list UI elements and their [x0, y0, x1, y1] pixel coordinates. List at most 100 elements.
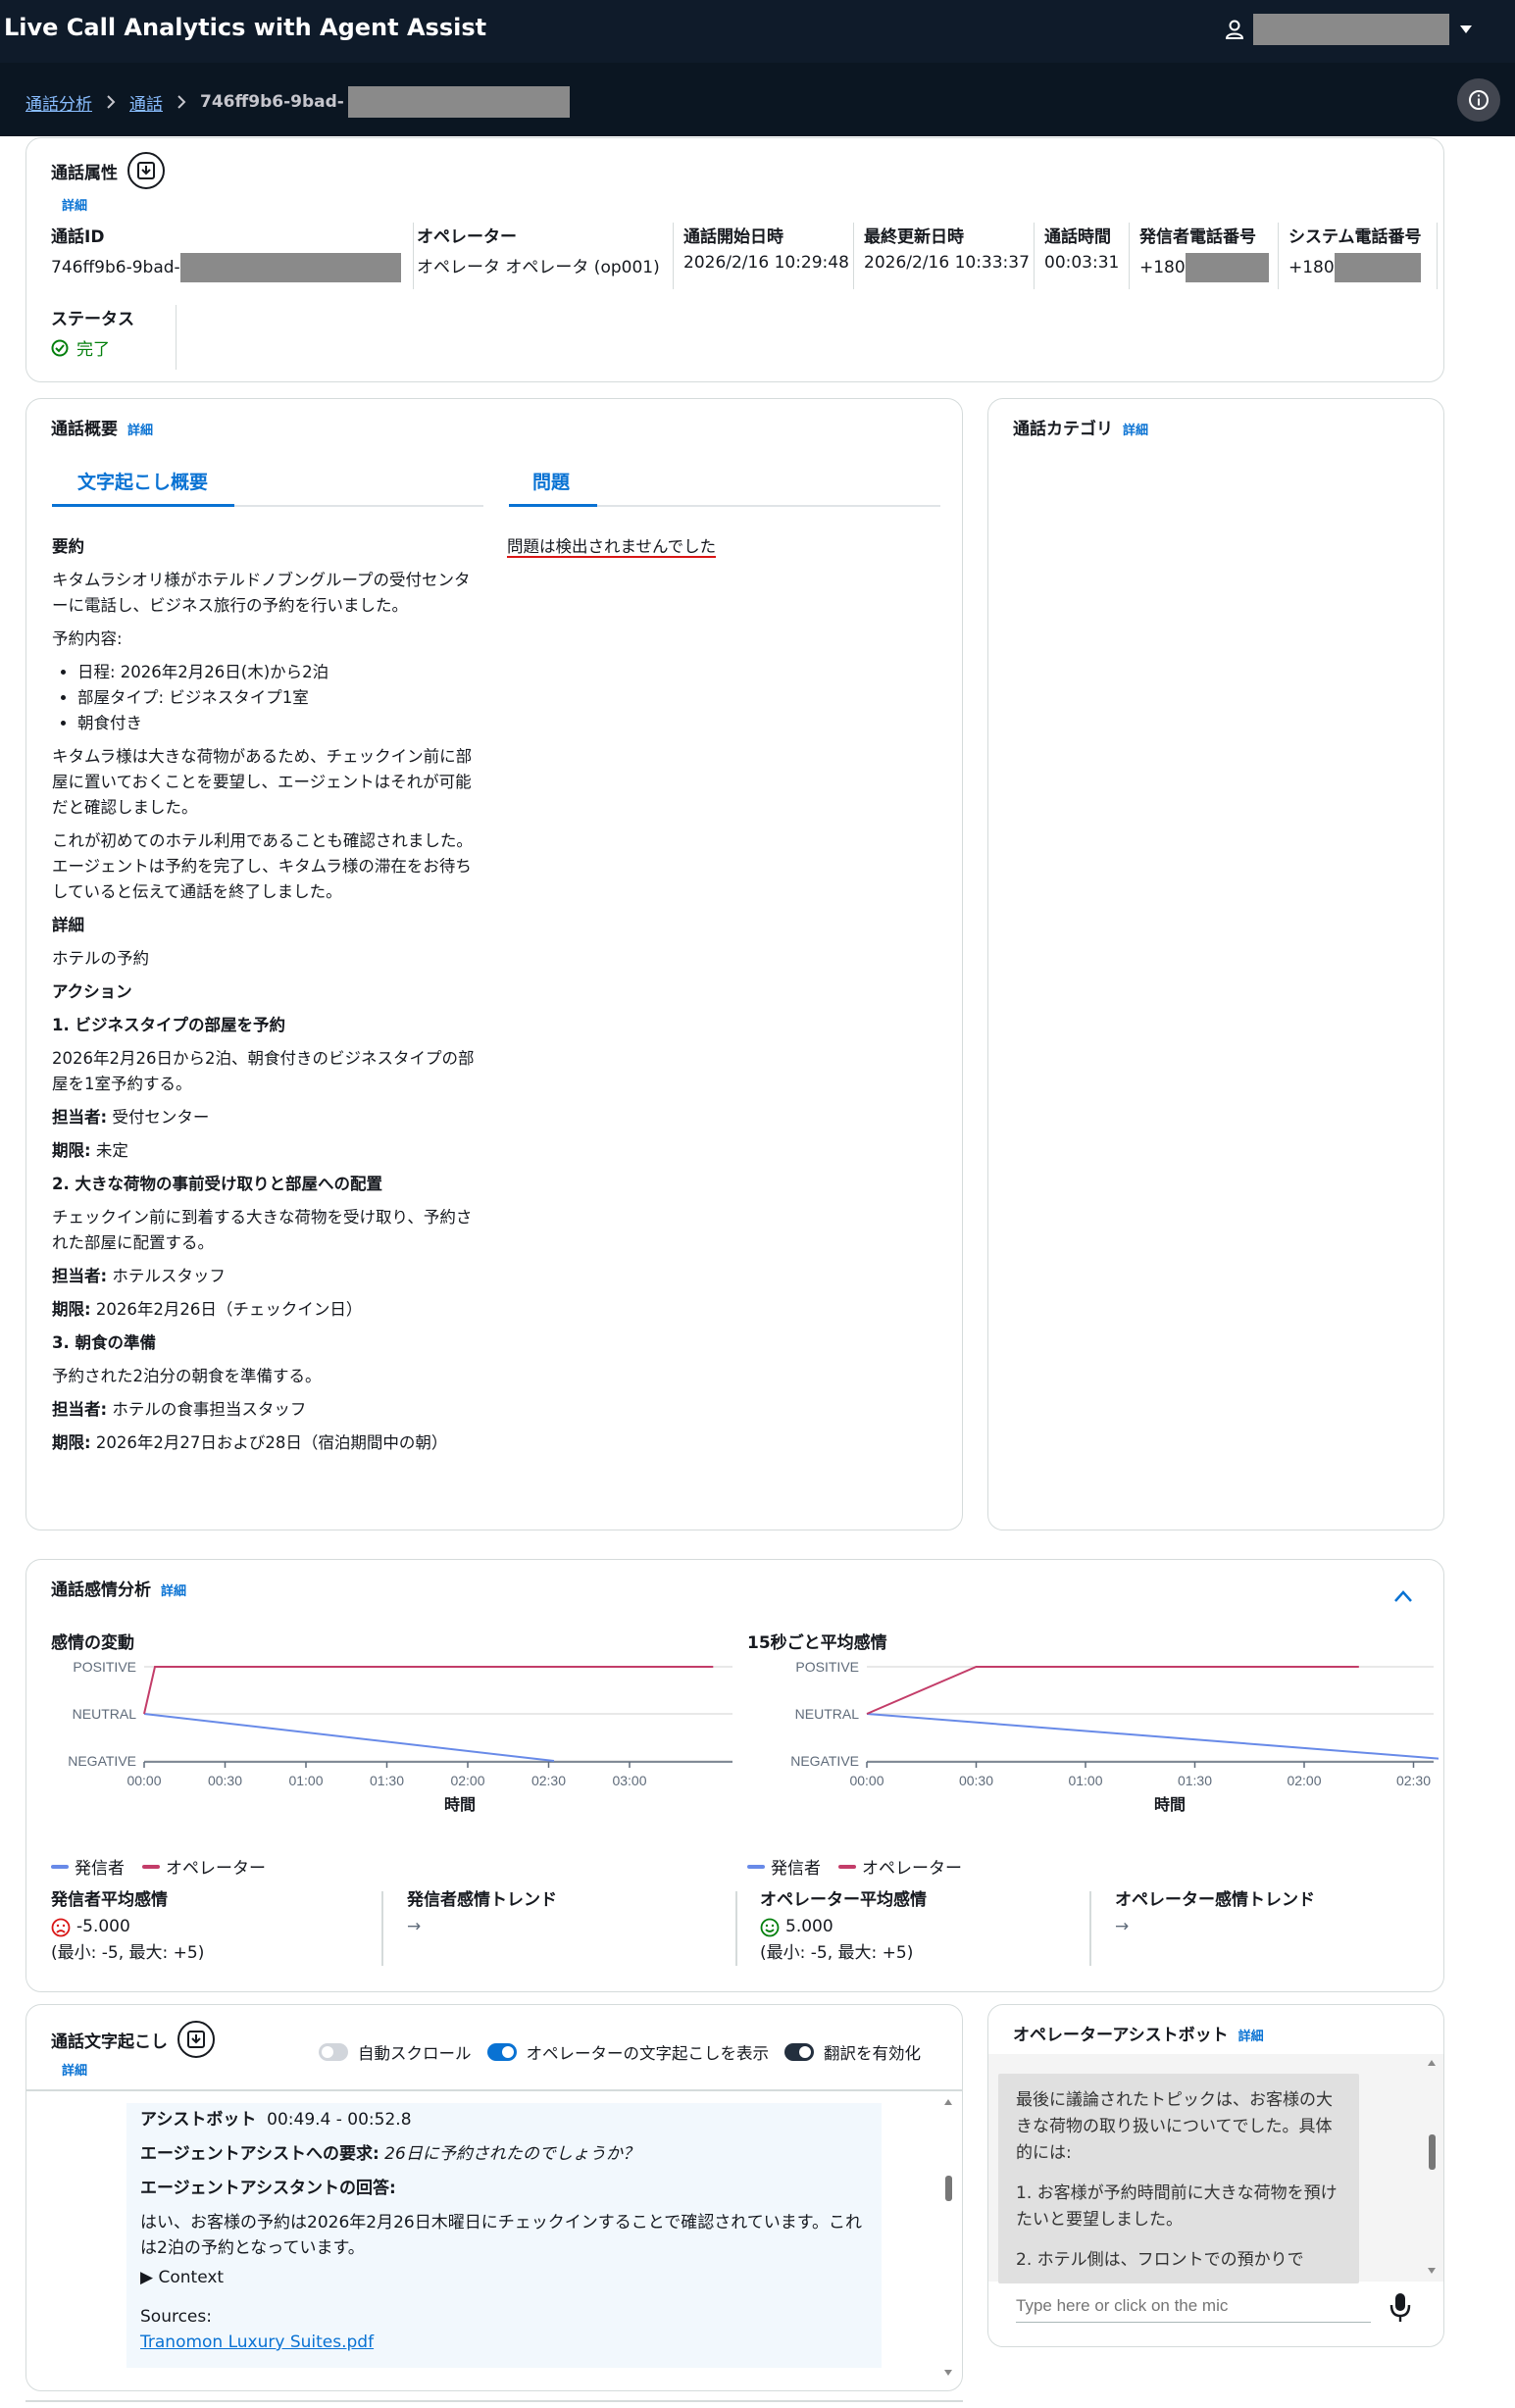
redacted	[1334, 253, 1421, 282]
y-tick-label: NEUTRAL	[73, 1706, 137, 1722]
top-navigation: Live Call Analytics with Agent Assist	[0, 0, 1515, 63]
y-tick-label: POSITIVE	[73, 1659, 136, 1675]
panel-title: 通話概要	[51, 420, 118, 439]
info-button[interactable]	[1457, 78, 1500, 122]
legend-caller: 発信者	[51, 1854, 125, 1879]
redacted	[1185, 253, 1269, 282]
divider	[1089, 1891, 1091, 1966]
breadcrumb-call-analytics[interactable]: 通話分析	[25, 90, 92, 115]
legend-caller: 発信者	[747, 1854, 821, 1879]
translate-toggle[interactable]	[784, 2043, 814, 2061]
y-tick-label: NEUTRAL	[795, 1706, 860, 1722]
legend-agent: オペレーター	[142, 1854, 266, 1879]
attr-start-time: 通話開始日時 2026/2/16 10:29:48	[676, 223, 854, 289]
sentiment-panel: 通話感情分析 詳細 感情の変動 15秒ごと平均感情 NEGATIVE NEUTRA…	[25, 1559, 1444, 1992]
detail-link[interactable]: 詳細	[127, 420, 153, 438]
panel-title: 通話文字起こし	[51, 2032, 168, 2052]
divider	[735, 1891, 737, 1966]
x-tick-label: 00:00	[849, 1773, 884, 1788]
detail-link[interactable]: 詳細	[62, 2060, 87, 2079]
happy-face-icon	[760, 1918, 780, 1936]
y-tick-label: NEGATIVE	[790, 1753, 859, 1769]
transcript-scrollbar[interactable]	[942, 2095, 954, 2380]
chart-title: 15秒ごと平均感情	[747, 1633, 887, 1653]
x-axis-label: 時間	[1154, 1795, 1186, 1814]
show-agent-transcript-toggle[interactable]	[486, 2043, 517, 2061]
download-icon[interactable]	[177, 2021, 215, 2058]
series-line-caller	[866, 1713, 1439, 1760]
caller-avg-sentiment: 発信者平均感情 -5.000 (最小: -5, 最大: +5)	[51, 1890, 205, 1963]
redacted	[179, 253, 401, 282]
panel-title: 通話感情分析	[51, 1580, 151, 1600]
user-icon	[1226, 20, 1243, 39]
app-title: Live Call Analytics with Agent Assist	[4, 14, 487, 41]
transcript-panel: 通話文字起こし 詳細 自動スクロール オペレーターの文字起こしを表示 翻訳を有効…	[25, 2004, 963, 2391]
x-axis-label: 時間	[444, 1795, 476, 1814]
breadcrumb-calls[interactable]: 通話	[129, 90, 163, 115]
detail-link[interactable]: 詳細	[1123, 420, 1148, 438]
chart-title: 感情の変動	[51, 1633, 134, 1653]
tab-transcript-summary[interactable]: 文字起こし概要	[77, 468, 208, 494]
series-line-caller	[143, 1713, 555, 1762]
list-item: 朝食付き	[77, 711, 483, 736]
transcript-toggles: 自動スクロール オペレーターの文字起こしを表示 翻訳を有効化	[319, 2040, 921, 2064]
transcript-summary-content: 要約 キタムラシオリ様がホテルドノブングループの受付センターに電話し、ビジネス旅…	[52, 534, 483, 1464]
attr-caller-number: 発信者電話番号 +180	[1132, 223, 1279, 289]
legend-agent: オペレーター	[838, 1854, 962, 1879]
chart-legend: 発信者 オペレーター	[51, 1854, 266, 1879]
breadcrumb: 通話分析 通話 746ff9b6-9bad-	[25, 86, 570, 118]
detail-link[interactable]: 詳細	[62, 195, 87, 214]
user-name-redacted	[1253, 14, 1449, 45]
chevron-right-icon	[107, 95, 116, 109]
download-icon[interactable]	[127, 152, 165, 189]
info-icon	[1469, 90, 1489, 110]
x-tick-label: 02:30	[1396, 1773, 1431, 1788]
panel-title: 通話属性	[51, 163, 118, 183]
x-tick-label: 00:30	[208, 1773, 242, 1788]
list-item: 部屋タイプ: ビジネスタイプ1室	[77, 685, 483, 711]
y-tick-label: NEGATIVE	[68, 1753, 136, 1769]
mic-icon[interactable]	[1389, 2291, 1412, 2323]
user-menu[interactable]	[1226, 14, 1473, 45]
call-attributes-panel: 通話属性 詳細 通話ID 746ff9b6-9bad- オペレーター オペレータ…	[25, 137, 1444, 382]
chevron-up-icon[interactable]	[1393, 1589, 1413, 1603]
tab-active-indicator	[52, 504, 234, 507]
x-tick-label: 00:30	[959, 1773, 993, 1788]
divider	[25, 2400, 963, 2402]
x-tick-label: 02:30	[531, 1773, 566, 1788]
assist-bot-message: 最後に議論されたトピックは、お客様の大きな荷物の取り扱いについてでした。具体的に…	[998, 2074, 1359, 2283]
series-line-agent	[143, 1666, 714, 1715]
assist-input[interactable]	[1016, 2289, 1371, 2323]
series-line-agent	[866, 1666, 1359, 1715]
context-expander[interactable]: ▶ Context	[140, 2265, 868, 2290]
detail-link[interactable]: 詳細	[161, 1580, 186, 1599]
auto-scroll-toggle[interactable]	[319, 2043, 348, 2061]
attr-updated-time: 最終更新日時 2026/2/16 10:33:37	[856, 223, 1035, 289]
x-tick-label: 01:00	[1068, 1773, 1102, 1788]
x-tick-label: 01:30	[370, 1773, 404, 1788]
assist-message: アシストボット 00:49.4 - 00:52.8 エージェントアシストへの要求…	[126, 2103, 882, 2368]
detail-link[interactable]: 詳細	[1238, 2026, 1264, 2044]
source-link[interactable]: Tranomon Luxury Suites.pdf	[140, 2333, 374, 2352]
chart-legend: 発信者 オペレーター	[747, 1854, 962, 1879]
panel-title: 通話カテゴリ	[1013, 420, 1113, 439]
check-circle-icon	[51, 339, 69, 356]
list-item: 日程: 2026年2月26日(木)から2泊	[77, 660, 483, 685]
x-tick-label: 01:30	[1178, 1773, 1212, 1788]
x-tick-label: 00:00	[126, 1773, 161, 1788]
panel-title: オペレーターアシストボット	[1013, 2026, 1229, 2045]
arrow-right-icon: →	[1115, 1917, 1130, 1936]
assist-scrollbar[interactable]	[1426, 2056, 1438, 2278]
attr-operator: オペレーター オペレータ オペレータ (op001)	[409, 223, 674, 289]
chevron-right-icon	[177, 95, 186, 109]
sad-face-icon	[51, 1918, 71, 1936]
divider	[381, 1891, 383, 1966]
x-tick-label: 02:00	[450, 1773, 484, 1788]
agent-sentiment-trend: オペレーター感情トレンド →	[1115, 1887, 1315, 1940]
attr-call-id: 通話ID 746ff9b6-9bad-	[51, 223, 414, 289]
arrow-right-icon: →	[407, 1917, 422, 1936]
y-tick-label: POSITIVE	[795, 1659, 859, 1675]
call-summary-panel: 通話概要 詳細 文字起こし概要 問題 問題は検出されませんでした 要約 キタムラ…	[25, 398, 963, 1530]
tab-issues[interactable]: 問題	[532, 468, 570, 494]
divider	[26, 2089, 962, 2091]
